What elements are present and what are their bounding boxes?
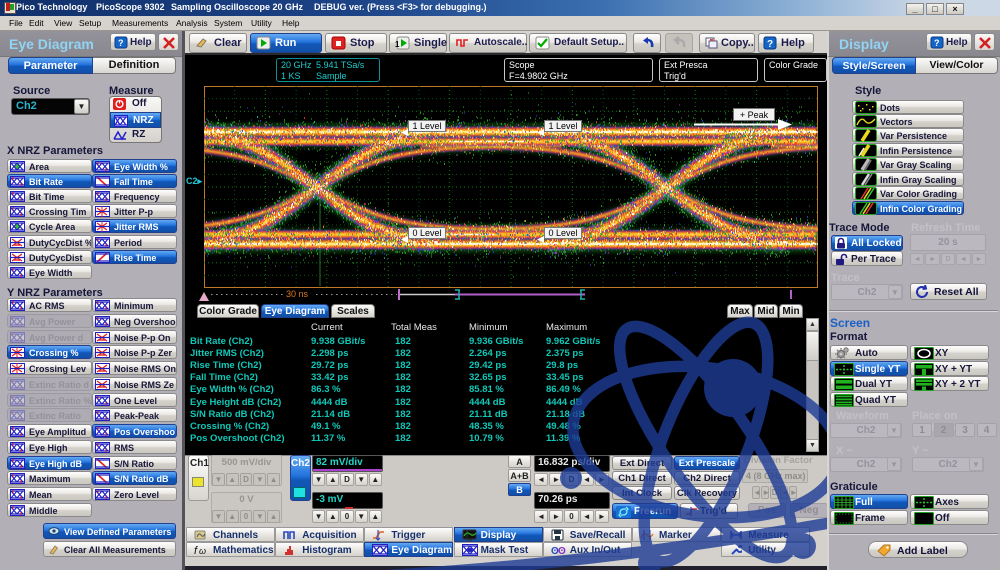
svg-text:?: ? (118, 38, 124, 48)
svg-text:f: f (194, 545, 198, 556)
svg-text:?: ? (934, 38, 940, 48)
svg-text:ω: ω (199, 546, 206, 556)
svg-text:?: ? (767, 39, 773, 50)
svg-text:1: 1 (395, 40, 400, 49)
